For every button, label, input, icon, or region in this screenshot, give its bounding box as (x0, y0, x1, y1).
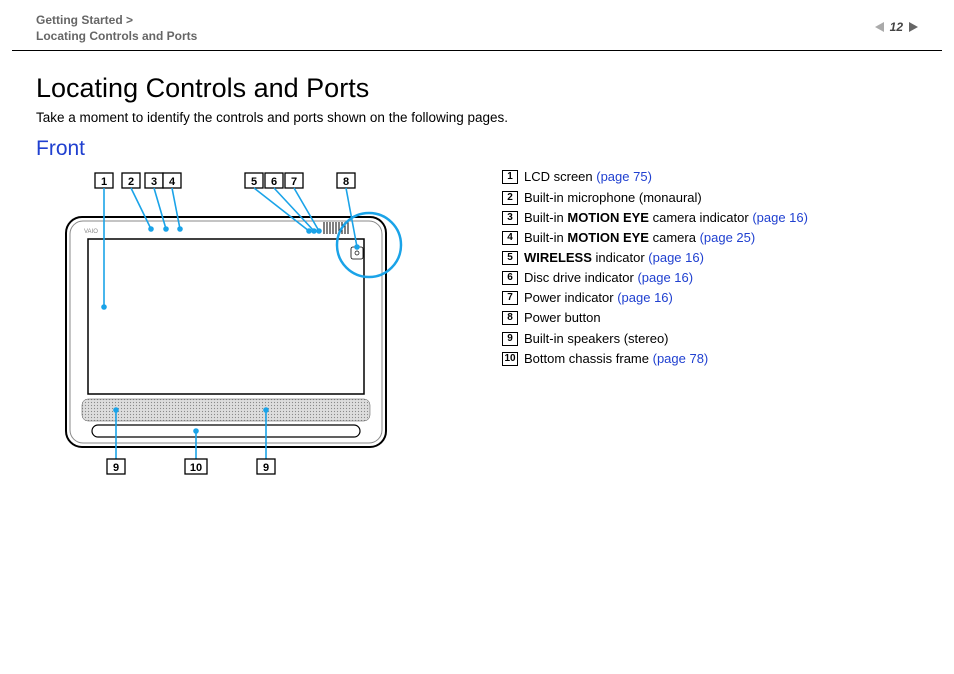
callout-box-7: 7 (285, 173, 303, 188)
legend-text: Built-in microphone (monaural) (524, 188, 702, 208)
legend-text: Built-in MOTION EYE camera (page 25) (524, 228, 755, 248)
callout-box-8: 8 (337, 173, 355, 188)
legend-item: 10 Bottom chassis frame (page 78) (502, 349, 918, 369)
breadcrumb: Getting Started > Locating Controls and … (36, 12, 197, 44)
legend-number-box: 1 (502, 170, 518, 184)
breadcrumb-line1: Getting Started > (36, 12, 197, 28)
page-ref-link[interactable]: (page 16) (637, 270, 693, 285)
callout-box-6: 6 (265, 173, 283, 188)
legend-number-box: 7 (502, 291, 518, 305)
callout-box-1: 1 (95, 173, 113, 188)
page-ref-link[interactable]: (page 16) (752, 210, 808, 225)
svg-text:7: 7 (291, 176, 297, 188)
page-title: Locating Controls and Ports (36, 73, 918, 104)
legend-number-box: 10 (502, 352, 518, 366)
legend-item: 6 Disc drive indicator (page 16) (502, 268, 918, 288)
legend-text: Power indicator (page 16) (524, 288, 673, 308)
page-number: 12 (890, 20, 903, 34)
legend-number-box: 4 (502, 231, 518, 245)
callout-box-4: 4 (163, 173, 181, 188)
vaio-logo: VAIO (84, 229, 98, 235)
legend-text: LCD screen (page 75) (524, 167, 652, 187)
legend-number-box: 3 (502, 211, 518, 225)
breadcrumb-line2: Locating Controls and Ports (36, 28, 197, 44)
legend-text: Power button (524, 308, 601, 328)
svg-text:9: 9 (263, 462, 269, 474)
legend-item: 9 Built-in speakers (stereo) (502, 329, 918, 349)
page-ref-link[interactable]: (page 25) (700, 230, 756, 245)
svg-text:2: 2 (128, 176, 134, 188)
svg-text:3: 3 (151, 176, 157, 188)
legend-item: 2 Built-in microphone (monaural) (502, 188, 918, 208)
legend-text: WIRELESS indicator (page 16) (524, 248, 704, 268)
callout-box-5: 5 (245, 173, 263, 188)
legend-item: 8 Power button (502, 308, 918, 328)
legend-item: 3 Built-in MOTION EYE camera indicator (p… (502, 208, 918, 228)
svg-text:6: 6 (271, 176, 277, 188)
legend-item: 7 Power indicator (page 16) (502, 288, 918, 308)
svg-text:10: 10 (190, 462, 202, 474)
page-ref-link[interactable]: (page 78) (653, 351, 709, 366)
legend-item: 1 LCD screen (page 75) (502, 167, 918, 187)
svg-text:8: 8 (343, 176, 349, 188)
legend-number-box: 5 (502, 251, 518, 265)
next-page-icon[interactable] (909, 22, 918, 32)
legend-number-box: 8 (502, 311, 518, 325)
svg-text:5: 5 (251, 176, 257, 188)
callout-box-10: 10 (185, 459, 207, 474)
callout-box-9: 9 (257, 459, 275, 474)
front-diagram: 1 2 34 5 6 7 8 (36, 167, 466, 477)
page-ref-link[interactable]: (page 16) (617, 290, 673, 305)
callout-box-2: 2 (122, 173, 140, 188)
section-heading: Front (36, 137, 918, 161)
legend-list: 1 LCD screen (page 75) 2 Built-in microphon… (502, 167, 918, 368)
legend-item: 4 Built-in MOTION EYE camera (page 25) (502, 228, 918, 248)
page-ref-link[interactable]: (page 16) (648, 250, 704, 265)
callout-box-9: 9 (107, 459, 125, 474)
legend-text: Bottom chassis frame (page 78) (524, 349, 708, 369)
prev-page-icon[interactable] (875, 22, 884, 32)
svg-text:1: 1 (101, 176, 107, 188)
callout-box-3: 3 (145, 173, 163, 188)
legend-text: Disc drive indicator (page 16) (524, 268, 693, 288)
legend-text: Built-in speakers (stereo) (524, 329, 669, 349)
legend-number-box: 9 (502, 332, 518, 346)
svg-text:4: 4 (169, 176, 176, 188)
legend-number-box: 6 (502, 271, 518, 285)
legend-text: Built-in MOTION EYE camera indicator (pa… (524, 208, 808, 228)
svg-text:9: 9 (113, 462, 119, 474)
legend-number-box: 2 (502, 191, 518, 205)
page-navigator: 12 (875, 20, 918, 34)
page-ref-link[interactable]: (page 75) (596, 169, 652, 184)
intro-text: Take a moment to identify the controls a… (36, 110, 918, 125)
legend-item: 5 WIRELESS indicator (page 16) (502, 248, 918, 268)
